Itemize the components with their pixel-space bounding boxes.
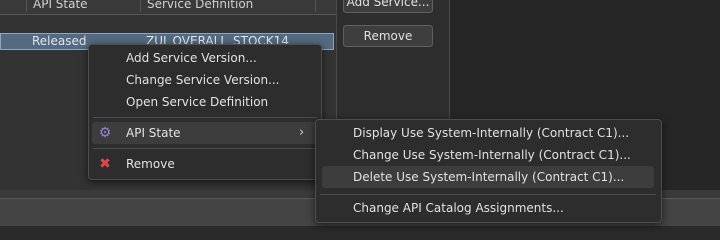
table-header: API State Service Definition <box>0 0 336 15</box>
menu-item-label: Change API Catalog Assignments... <box>353 201 564 215</box>
menu-item-api-state[interactable]: ⚙ API State › <box>92 122 318 144</box>
menu-item-label: Display Use System-Internally (Contract … <box>353 126 630 140</box>
submenu-item-delete-use-internally[interactable]: Delete Use System-Internally (Contract C… <box>322 166 654 188</box>
menu-item-label: Remove <box>126 157 175 171</box>
chevron-right-icon: › <box>299 125 305 140</box>
submenu-item-display-use-internally[interactable]: Display Use System-Internally (Contract … <box>316 122 661 144</box>
menu-separator <box>320 194 656 195</box>
remove-button[interactable]: Remove <box>343 25 433 47</box>
menu-item-label: Change Use System-Internally (Contract C… <box>353 148 631 162</box>
menu-item-open-service-definition[interactable]: Open Service Definition <box>89 91 321 113</box>
gear-icon: ⚙ <box>98 125 112 141</box>
submenu-item-change-use-internally[interactable]: Change Use System-Internally (Contract C… <box>316 144 661 166</box>
menu-separator <box>93 117 317 118</box>
menu-item-label: API State <box>126 126 181 140</box>
menu-item-add-service-version[interactable]: Add Service Version... <box>89 47 321 69</box>
menu-item-label: Open Service Definition <box>126 95 269 109</box>
submenu-item-change-api-catalog[interactable]: Change API Catalog Assignments... <box>316 197 661 219</box>
add-service-button[interactable]: Add Service... <box>343 0 433 13</box>
menu-item-label: Change Service Version... <box>126 73 280 87</box>
bottom-edge <box>0 226 720 240</box>
column-header-api-state[interactable]: API State <box>26 0 140 12</box>
api-state-submenu: Display Use System-Internally (Contract … <box>315 119 662 223</box>
menu-item-remove[interactable]: ✖ Remove <box>89 153 321 175</box>
context-menu: Add Service Version... Change Service Ve… <box>88 44 322 180</box>
menu-item-label: Delete Use System-Internally (Contract C… <box>353 170 625 184</box>
menu-item-label: Add Service Version... <box>126 51 257 65</box>
column-header-service-definition[interactable]: Service Definition <box>140 0 316 12</box>
menu-separator <box>93 148 317 149</box>
close-icon: ✖ <box>99 156 111 172</box>
menu-item-change-service-version[interactable]: Change Service Version... <box>89 69 321 91</box>
